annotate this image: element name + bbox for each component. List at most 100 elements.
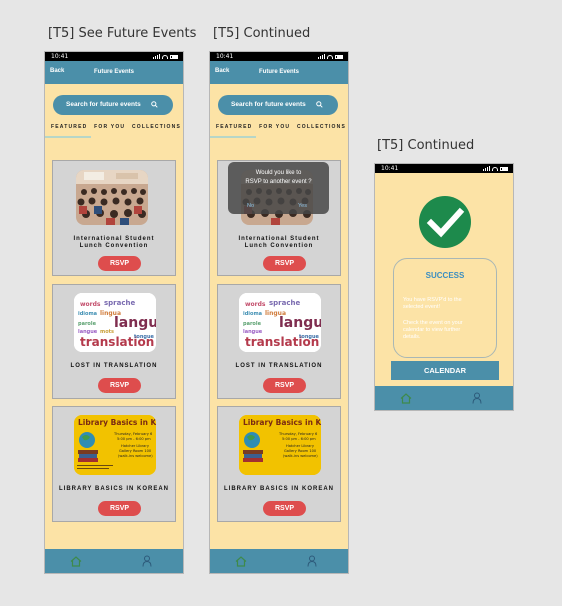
status-time: 10:41	[381, 165, 399, 172]
svg-text:Hatcher Library: Hatcher Library	[121, 444, 150, 448]
tab-bar: FEATURED FOR YOU COLLECTIONS	[216, 124, 346, 134]
search-input[interactable]: Search for future events	[53, 95, 173, 115]
svg-text:idioma: idioma	[243, 311, 262, 317]
phone-success: 10:41 SUCCESS You have RSVP'd to the sel…	[374, 163, 514, 411]
event-image-library: Library Basics in Korean Thursday, Febru…	[239, 415, 321, 475]
svg-text:parole: parole	[78, 321, 97, 327]
page-title: Future Events	[93, 69, 134, 75]
page-title: Future Events	[258, 69, 299, 75]
svg-text:Gallery Room 100: Gallery Room 100	[119, 449, 152, 453]
frame-label-continued-2: [T5] Continued	[377, 138, 475, 153]
svg-text:Thursday, February 6: Thursday, February 6	[113, 432, 153, 436]
success-details: Check the event on your calendar to view…	[403, 320, 463, 340]
event-image-library: Library Basics in Korean Thursday, Febru…	[74, 415, 156, 475]
battery-icon	[500, 166, 508, 171]
search-input[interactable]: Search for future events	[218, 95, 338, 115]
tab-collections[interactable]: COLLECTIONS	[297, 124, 346, 134]
rsvp-button[interactable]: RSVP	[263, 256, 306, 271]
svg-text:words: words	[80, 301, 101, 308]
success-message: You have RSVP'd to the selected event!	[403, 297, 462, 310]
svg-text:sprache: sprache	[104, 299, 135, 307]
event-name: International Student Lunch Convention	[238, 236, 320, 249]
event-card: Library Basics in Korean Thursday, Febru…	[52, 406, 176, 522]
status-bar: 10:41	[375, 164, 513, 173]
frame-label-future-events: [T5] See Future Events	[48, 26, 197, 41]
poster-word-language: language	[279, 315, 321, 331]
calendar-button[interactable]: CALENDAR	[391, 361, 499, 380]
wifi-icon	[327, 54, 333, 59]
phone-future-events: 10:41 Back Future Events Search for futu…	[44, 51, 184, 574]
event-card: words sprache idioma lingua language par…	[52, 284, 176, 399]
svg-text:(walk-ins welcome): (walk-ins welcome)	[118, 454, 153, 458]
tab-active-indicator	[45, 136, 91, 138]
rsvp-button[interactable]: RSVP	[98, 256, 141, 271]
profile-icon[interactable]	[142, 555, 152, 567]
svg-text:tongue: tongue	[134, 334, 155, 340]
poster-library-title: Library Basics in Korean	[243, 418, 321, 427]
dialog-no-button[interactable]: No	[247, 203, 254, 209]
tab-featured[interactable]: FEATURED	[51, 124, 87, 134]
frame-label-continued-1: [T5] Continued	[213, 26, 311, 41]
home-icon[interactable]	[235, 556, 247, 567]
wifi-icon	[162, 54, 168, 59]
event-image-translation: words sprache idioma lingua language par…	[239, 293, 321, 352]
rsvp-button[interactable]: RSVP	[98, 501, 141, 516]
event-name: LIBRARY BASICS IN KOREAN	[223, 486, 334, 492]
bottom-nav	[210, 549, 348, 573]
svg-text:mots: mots	[100, 329, 114, 335]
dialog-question: Would you like to RSVP to another event …	[245, 170, 312, 185]
search-icon[interactable]	[151, 101, 158, 108]
home-icon[interactable]	[70, 556, 82, 567]
rsvp-button[interactable]: RSVP	[98, 378, 141, 393]
search-icon[interactable]	[316, 101, 323, 108]
event-name: International Student Lunch Convention	[73, 236, 155, 249]
svg-text:tongue: tongue	[299, 334, 320, 340]
bottom-nav	[375, 386, 513, 410]
event-card: words sprache idioma lingua language par…	[217, 284, 341, 399]
poster-library-title: Library Basics in Korean	[78, 418, 156, 427]
tab-for-you[interactable]: FOR YOU	[94, 124, 125, 134]
status-time: 10:41	[51, 53, 69, 60]
status-time: 10:41	[216, 53, 234, 60]
svg-text:Hatcher Library: Hatcher Library	[286, 444, 315, 448]
svg-text:(walk-ins welcome): (walk-ins welcome)	[283, 454, 318, 458]
svg-text:words: words	[245, 301, 266, 308]
phone-rsvp-dialog: 10:41 Back Future Events Search for futu…	[209, 51, 349, 574]
svg-text:Gallery Room 100: Gallery Room 100	[284, 449, 317, 453]
success-panel: SUCCESS You have RSVP'd to the selected …	[393, 258, 497, 358]
success-heading: SUCCESS	[425, 271, 465, 280]
home-icon[interactable]	[400, 393, 412, 404]
event-image-convention	[76, 170, 148, 225]
battery-icon	[170, 54, 178, 59]
event-name: LIBRARY BASICS IN KOREAN	[58, 486, 169, 492]
event-card: Library Basics in Korean Thursday, Febru…	[217, 406, 341, 522]
signal-icon	[318, 54, 325, 59]
profile-icon[interactable]	[307, 555, 317, 567]
event-name: LOST IN TRANSLATION	[70, 363, 158, 369]
rsvp-button[interactable]: RSVP	[263, 501, 306, 516]
tab-collections[interactable]: COLLECTIONS	[132, 124, 181, 134]
signal-icon	[483, 166, 490, 171]
bottom-nav	[45, 549, 183, 573]
rsvp-confirm-dialog: Would you like to RSVP to another event …	[228, 162, 329, 214]
tab-active-indicator	[210, 136, 256, 138]
signal-icon	[153, 54, 160, 59]
event-image-translation: words sprache idioma lingua language par…	[74, 293, 156, 352]
profile-icon[interactable]	[472, 392, 482, 404]
dialog-yes-button[interactable]: Yes	[298, 203, 307, 209]
event-name: LOST IN TRANSLATION	[235, 363, 323, 369]
tab-bar: FEATURED FOR YOU COLLECTIONS	[51, 124, 181, 134]
poster-word-language: language	[114, 315, 156, 331]
app-bar: Back Future Events	[45, 61, 183, 84]
svg-text:idioma: idioma	[78, 311, 97, 317]
svg-text:5:00 pm - 6:00 pm: 5:00 pm - 6:00 pm	[282, 437, 316, 441]
tab-for-you[interactable]: FOR YOU	[259, 124, 290, 134]
svg-text:5:00 pm - 6:00 pm: 5:00 pm - 6:00 pm	[117, 437, 151, 441]
rsvp-button[interactable]: RSVP	[263, 378, 306, 393]
status-bar: 10:41	[45, 52, 183, 61]
wifi-icon	[492, 166, 498, 171]
svg-text:Thursday, February 6: Thursday, February 6	[278, 432, 318, 436]
checkmark-icon	[419, 196, 471, 248]
tab-featured[interactable]: FEATURED	[216, 124, 252, 134]
event-card: International Student Lunch Convention R…	[52, 160, 176, 276]
